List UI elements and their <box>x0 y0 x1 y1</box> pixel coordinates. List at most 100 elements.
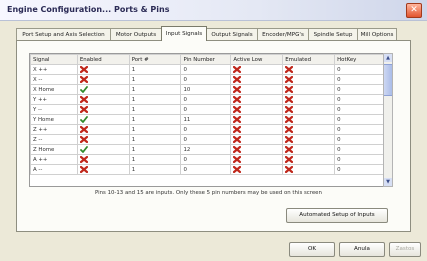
pin-number-cell[interactable]: 0 <box>180 104 232 115</box>
tab-input-signals[interactable]: Input Signals <box>161 26 207 41</box>
signal-cell[interactable]: X ++ <box>30 64 78 75</box>
port-cell[interactable]: 1 <box>128 114 182 125</box>
enabled-cell[interactable] <box>76 84 130 95</box>
pin-number-cell[interactable]: 0 <box>180 164 232 175</box>
enabled-cell[interactable] <box>76 114 130 125</box>
signal-cell[interactable]: Z Home <box>30 144 78 155</box>
column-header-port[interactable]: Port # <box>128 54 182 65</box>
port-cell[interactable]: 1 <box>128 64 182 75</box>
scroll-up-arrow-icon[interactable]: ▲ <box>384 54 392 62</box>
column-header-hotkey[interactable]: HotKey <box>334 54 384 65</box>
active-low-cell[interactable] <box>230 74 284 85</box>
column-header-enabled[interactable]: Enabled <box>76 54 130 65</box>
active-low-cell[interactable] <box>230 154 284 165</box>
table-row[interactable]: X Home 1 10 0 <box>30 84 384 95</box>
hotkey-cell[interactable]: 0 <box>334 84 384 95</box>
emulated-cell[interactable] <box>282 84 336 95</box>
emulated-cell[interactable] <box>282 94 336 105</box>
port-cell[interactable]: 1 <box>128 84 182 95</box>
active-low-cell[interactable] <box>230 134 284 145</box>
emulated-cell[interactable] <box>282 154 336 165</box>
pin-number-cell[interactable]: 0 <box>180 94 232 105</box>
table-row[interactable]: Y ++ 1 0 0 <box>30 94 384 105</box>
hotkey-cell[interactable]: 0 <box>334 154 384 165</box>
column-header-emulated[interactable]: Emulated <box>282 54 336 65</box>
hotkey-cell[interactable]: 0 <box>334 74 384 85</box>
hotkey-cell[interactable]: 0 <box>334 94 384 105</box>
enabled-cell[interactable] <box>76 104 130 115</box>
port-cell[interactable]: 1 <box>128 74 182 85</box>
cancel-button[interactable]: Zastos <box>389 242 421 257</box>
hotkey-cell[interactable]: 0 <box>334 114 384 125</box>
port-cell[interactable]: 1 <box>128 154 182 165</box>
emulated-cell[interactable] <box>282 74 336 85</box>
enabled-cell[interactable] <box>76 154 130 165</box>
port-cell[interactable]: 1 <box>128 134 182 145</box>
pin-number-cell[interactable]: 0 <box>180 124 232 135</box>
active-low-cell[interactable] <box>230 94 284 105</box>
table-row[interactable]: X ++ 1 0 0 <box>30 64 384 75</box>
emulated-cell[interactable] <box>282 104 336 115</box>
pin-number-cell[interactable]: 0 <box>180 74 232 85</box>
signal-cell[interactable]: Y ++ <box>30 94 78 105</box>
table-row[interactable]: Y -- 1 0 0 <box>30 104 384 115</box>
pin-number-cell[interactable]: 0 <box>180 64 232 75</box>
automated-setup-button[interactable]: Automated Setup of Inputs <box>286 208 388 223</box>
signal-cell[interactable]: Z -- <box>30 134 78 145</box>
scroll-down-arrow-icon[interactable]: ▼ <box>384 178 392 186</box>
pin-number-cell[interactable]: 0 <box>180 134 232 145</box>
scroll-thumb[interactable] <box>384 64 392 96</box>
signal-cell[interactable]: A ++ <box>30 154 78 165</box>
pin-number-cell[interactable]: 12 <box>180 144 232 155</box>
enabled-cell[interactable] <box>76 74 130 85</box>
column-header-pin-number[interactable]: Pin Number <box>180 54 232 65</box>
table-row[interactable]: Z -- 1 0 0 <box>30 134 384 145</box>
signal-cell[interactable]: X Home <box>30 84 78 95</box>
port-cell[interactable]: 1 <box>128 164 182 175</box>
grid-vertical-scrollbar[interactable]: ▲ ▼ <box>383 53 393 187</box>
signal-cell[interactable]: Y Home <box>30 114 78 125</box>
hotkey-cell[interactable]: 0 <box>334 164 384 175</box>
column-header-active-low[interactable]: Active Low <box>230 54 284 65</box>
active-low-cell[interactable] <box>230 124 284 135</box>
emulated-cell[interactable] <box>282 114 336 125</box>
table-row[interactable]: Z Home 1 12 0 <box>30 144 384 155</box>
enabled-cell[interactable] <box>76 144 130 155</box>
signal-cell[interactable]: X -- <box>30 74 78 85</box>
hotkey-cell[interactable]: 0 <box>334 124 384 135</box>
table-row[interactable]: A -- 1 0 0 <box>30 164 384 175</box>
emulated-cell[interactable] <box>282 124 336 135</box>
emulated-cell[interactable] <box>282 134 336 145</box>
hotkey-cell[interactable]: 0 <box>334 134 384 145</box>
signal-cell[interactable]: Z ++ <box>30 124 78 135</box>
enabled-cell[interactable] <box>76 164 130 175</box>
apply-button[interactable]: Anula <box>339 242 385 257</box>
emulated-cell[interactable] <box>282 144 336 155</box>
port-cell[interactable]: 1 <box>128 144 182 155</box>
table-row[interactable]: A ++ 1 0 0 <box>30 154 384 165</box>
close-button[interactable]: ✕ <box>406 3 422 18</box>
hotkey-cell[interactable]: 0 <box>334 144 384 155</box>
active-low-cell[interactable] <box>230 84 284 95</box>
hotkey-cell[interactable]: 0 <box>334 104 384 115</box>
active-low-cell[interactable] <box>230 104 284 115</box>
signal-cell[interactable]: Y -- <box>30 104 78 115</box>
emulated-cell[interactable] <box>282 64 336 75</box>
port-cell[interactable]: 1 <box>128 94 182 105</box>
hotkey-cell[interactable]: 0 <box>334 64 384 75</box>
enabled-cell[interactable] <box>76 94 130 105</box>
enabled-cell[interactable] <box>76 124 130 135</box>
enabled-cell[interactable] <box>76 64 130 75</box>
active-low-cell[interactable] <box>230 114 284 125</box>
port-cell[interactable]: 1 <box>128 124 182 135</box>
pin-number-cell[interactable]: 0 <box>180 154 232 165</box>
signal-cell[interactable]: A -- <box>30 164 78 175</box>
enabled-cell[interactable] <box>76 134 130 145</box>
table-row[interactable]: Y Home 1 11 0 <box>30 114 384 125</box>
emulated-cell[interactable] <box>282 164 336 175</box>
table-row[interactable]: X -- 1 0 0 <box>30 74 384 85</box>
active-low-cell[interactable] <box>230 164 284 175</box>
column-header-signal[interactable]: Signal <box>30 54 78 65</box>
pin-number-cell[interactable]: 10 <box>180 84 232 95</box>
active-low-cell[interactable] <box>230 64 284 75</box>
